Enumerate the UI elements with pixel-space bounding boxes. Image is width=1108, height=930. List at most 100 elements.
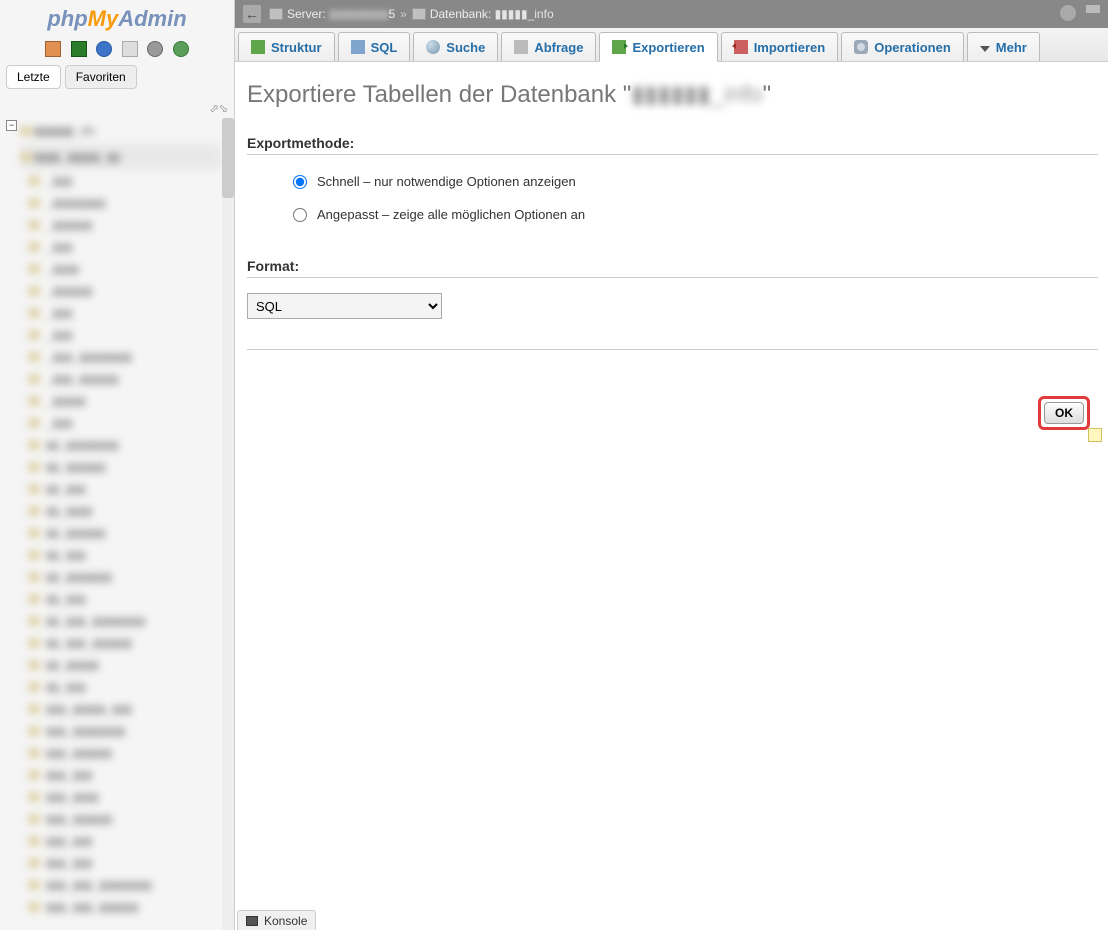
tab-sql-label: SQL	[371, 40, 398, 55]
tree-table[interactable]: ▮▮_▮▮▮_▮▮▮▮▮▮▮▮	[20, 610, 222, 632]
ok-highlight: OK	[1038, 396, 1090, 430]
tab-exportieren[interactable]: Exportieren	[599, 32, 717, 62]
help-icon[interactable]	[96, 41, 112, 57]
title-dbname: ▮▮▮▮▮▮_info	[631, 81, 762, 108]
tab-suche[interactable]: Suche	[413, 32, 498, 61]
tree-database-selected[interactable]: ▮▮▮▮_▮▮▮▮▮_▮▮	[20, 144, 222, 170]
tree-table[interactable]: ▮▮▮_▮▮▮_▮▮▮▮▮▮▮▮	[20, 874, 222, 896]
tree-table[interactable]: ▮▮_▮▮▮▮▮▮	[20, 522, 222, 544]
structure-icon	[251, 40, 265, 54]
tab-mehr[interactable]: Mehr	[967, 32, 1040, 61]
tree-table[interactable]: ▮▮▮_▮▮▮▮▮_▮▮▮	[20, 698, 222, 720]
settings-icon[interactable]	[147, 41, 163, 57]
tab-sql[interactable]: SQL	[338, 32, 411, 61]
tree-table[interactable]: ▮▮▮_▮▮▮▮▮▮	[20, 742, 222, 764]
tree-table[interactable]: _▮▮▮	[20, 170, 222, 192]
database-value[interactable]: ▮▮▮▮▮_info	[495, 7, 554, 21]
scroll-thumb[interactable]	[222, 118, 234, 198]
export-content: Exportiere Tabellen der Datenbank "▮▮▮▮▮…	[235, 62, 1108, 360]
bookmark-icon[interactable]	[1088, 428, 1102, 442]
tree-table[interactable]: ▮▮_▮▮▮▮▮▮▮	[20, 566, 222, 588]
breadcrumb-bar: ← Server: ▮▮▮▮▮▮▮▮▮ 5 » Datenbank: ▮▮▮▮▮…	[235, 0, 1108, 28]
tab-abfrage[interactable]: Abfrage	[501, 32, 596, 61]
tab-importieren-label: Importieren	[754, 40, 826, 55]
tree-table[interactable]: _▮▮▮▮▮▮	[20, 280, 222, 302]
title-suffix: "	[763, 81, 772, 108]
tab-importieren[interactable]: Importieren	[721, 32, 839, 61]
tree-table[interactable]: ▮▮_▮▮▮	[20, 588, 222, 610]
logo-my: My	[88, 6, 119, 31]
page-settings-icon[interactable]	[1060, 5, 1076, 21]
radio-quick[interactable]: Schnell – nur notwendige Optionen anzeig…	[247, 170, 1098, 193]
tree-table[interactable]: _▮▮▮▮▮▮	[20, 214, 222, 236]
tree-table[interactable]: _▮▮▮▮▮	[20, 390, 222, 412]
link-icon[interactable]: ⬀⬂	[210, 102, 228, 115]
radio-quick-input[interactable]	[293, 175, 307, 189]
collapse-icon[interactable]: −	[6, 120, 17, 131]
tree-table[interactable]: ▮▮▮_▮▮▮▮▮▮▮▮	[20, 720, 222, 742]
tree-table[interactable]: _▮▮▮▮▮▮▮▮	[20, 192, 222, 214]
tree-database[interactable]: ▮▮▮▮▮▮_db	[20, 118, 222, 144]
tree-table[interactable]: _▮▮▮	[20, 236, 222, 258]
tree-table[interactable]: ▮▮_▮▮▮_▮▮▮▮▮▮	[20, 632, 222, 654]
tree-table[interactable]: ▮▮_▮▮▮▮▮▮▮▮	[20, 434, 222, 456]
tab-operationen[interactable]: Operationen	[841, 32, 964, 61]
search-icon	[426, 40, 440, 54]
main-tabs: Struktur SQL Suche Abfrage Exportieren I…	[235, 28, 1108, 62]
radio-custom[interactable]: Angepasst – zeige alle möglichen Optione…	[247, 203, 1098, 226]
tree-table[interactable]: _▮▮▮	[20, 302, 222, 324]
tree-table[interactable]: ▮▮_▮▮▮▮▮	[20, 654, 222, 676]
tree-table[interactable]: ▮▮▮_▮▮▮	[20, 764, 222, 786]
sidebar-scrollbar[interactable]	[222, 118, 234, 930]
tab-abfrage-label: Abfrage	[534, 40, 583, 55]
tree-table[interactable]: ▮▮▮_▮▮▮▮	[20, 786, 222, 808]
tree-table[interactable]: ▮▮▮_▮▮▮▮▮▮	[20, 808, 222, 830]
tree-table[interactable]: ▮▮_▮▮▮▮	[20, 500, 222, 522]
page-title: Exportiere Tabellen der Datenbank "▮▮▮▮▮…	[247, 80, 1098, 109]
breadcrumb-sep: »	[400, 7, 407, 21]
server-icon	[269, 8, 283, 20]
home-icon[interactable]	[45, 41, 61, 57]
logo-php: php	[47, 6, 87, 31]
sidebar-toolbar	[0, 36, 234, 65]
tree-table[interactable]: ▮▮_▮▮▮▮▮▮	[20, 456, 222, 478]
format-select[interactable]: SQL	[247, 293, 442, 319]
tree-table[interactable]: ▮▮▮_▮▮▮	[20, 852, 222, 874]
ok-button[interactable]: OK	[1044, 402, 1084, 424]
tree-table[interactable]: ▮▮▮_▮▮▮_▮▮▮▮▮▮	[20, 896, 222, 918]
database-icon	[412, 8, 426, 20]
server-value[interactable]: ▮▮▮▮▮▮▮▮▮	[329, 7, 388, 21]
console-bar[interactable]: Konsole	[237, 910, 316, 930]
database-tree[interactable]: − ▮▮▮▮▮▮_db▮▮▮▮_▮▮▮▮▮_▮▮_▮▮▮_▮▮▮▮▮▮▮▮_▮▮…	[0, 118, 222, 930]
tree-table[interactable]: _▮▮▮	[20, 324, 222, 346]
radio-custom-input[interactable]	[293, 208, 307, 222]
back-icon[interactable]: ←	[243, 5, 261, 23]
tab-operationen-label: Operationen	[874, 40, 951, 55]
sql-query-icon[interactable]	[122, 41, 138, 57]
format-header: Format:	[247, 258, 1098, 278]
navigation-panel: phpMyAdmin Letzte Favoriten ⬀⬂ − ▮▮▮▮▮▮_…	[0, 0, 235, 930]
tree-table[interactable]: ▮▮_▮▮▮	[20, 478, 222, 500]
logout-icon[interactable]	[71, 41, 87, 57]
tab-favorites[interactable]: Favoriten	[65, 65, 137, 89]
tree-table[interactable]: ▮▮_▮▮▮	[20, 676, 222, 698]
query-icon	[514, 40, 528, 54]
tree-table[interactable]: ▮▮▮_▮▮▮	[20, 830, 222, 852]
radio-quick-label: Schnell – nur notwendige Optionen anzeig…	[317, 174, 576, 189]
operations-icon	[854, 40, 868, 54]
logo: phpMyAdmin	[0, 0, 234, 36]
tree-table[interactable]: _▮▮▮▮	[20, 258, 222, 280]
tab-struktur-label: Struktur	[271, 40, 322, 55]
tab-recent[interactable]: Letzte	[6, 65, 61, 89]
tree-table[interactable]: _▮▮▮	[20, 412, 222, 434]
reload-icon[interactable]	[173, 41, 189, 57]
tree-table[interactable]: ▮▮_▮▮▮	[20, 544, 222, 566]
console-label: Konsole	[264, 914, 307, 928]
console-icon	[246, 916, 258, 926]
export-icon	[612, 40, 626, 54]
radio-custom-label: Angepasst – zeige alle möglichen Optione…	[317, 207, 585, 222]
collapse-top-icon[interactable]	[1086, 5, 1100, 13]
tree-table[interactable]: _▮▮▮_▮▮▮▮▮▮	[20, 368, 222, 390]
tab-struktur[interactable]: Struktur	[238, 32, 335, 61]
tree-table[interactable]: _▮▮▮_▮▮▮▮▮▮▮▮	[20, 346, 222, 368]
